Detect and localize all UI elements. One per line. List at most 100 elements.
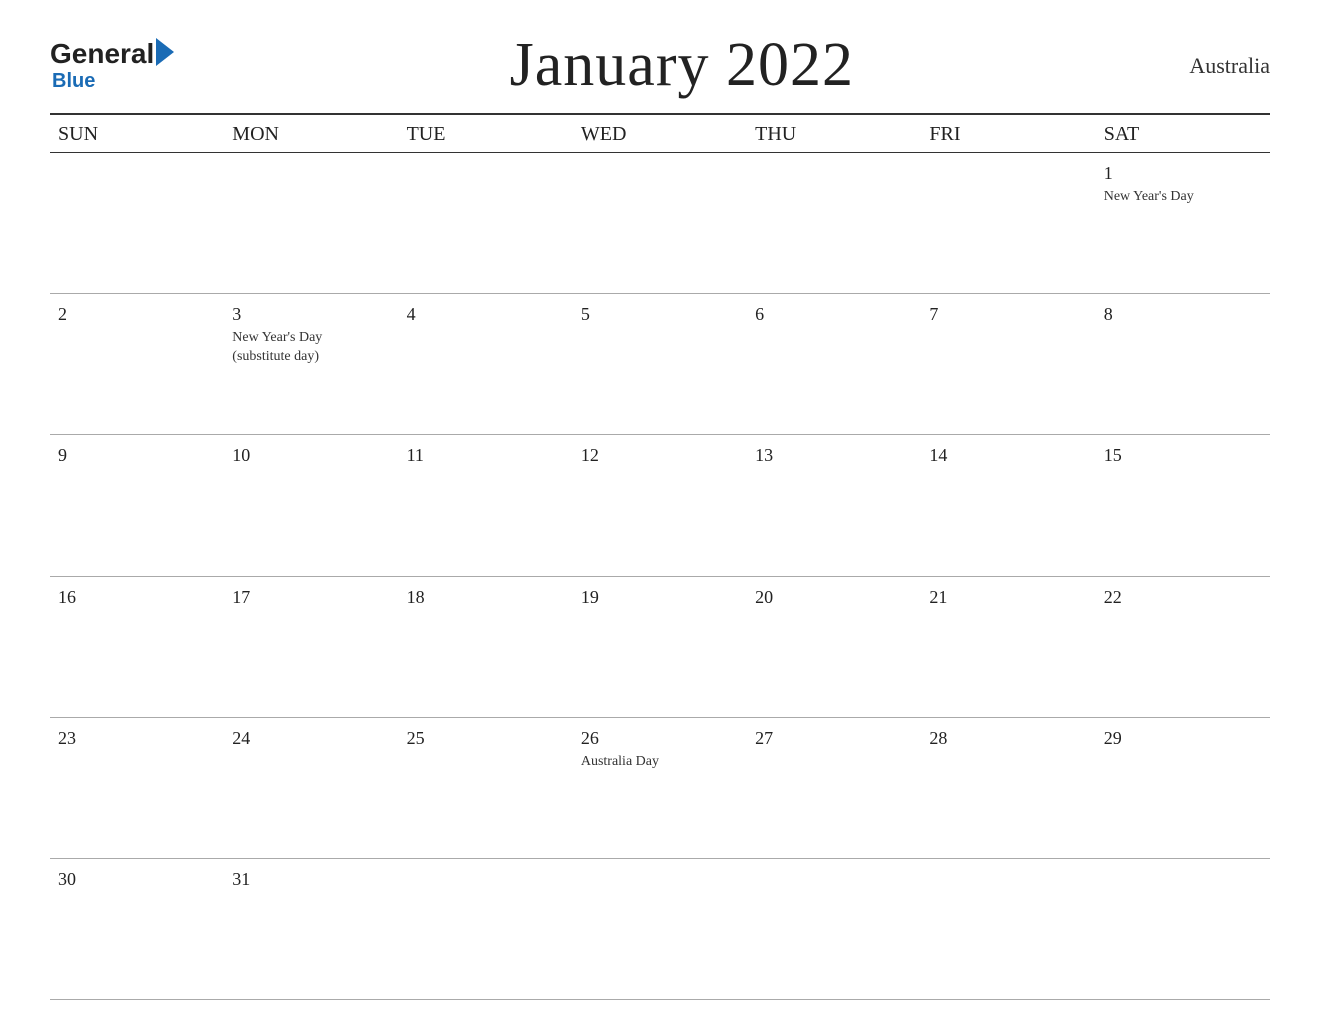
day-number: 7 (929, 302, 1087, 327)
day-cell-jan12: 12 (573, 435, 747, 575)
header-mon: MON (224, 123, 398, 146)
day-cell (399, 859, 573, 999)
day-number: 24 (232, 726, 390, 751)
day-number: 17 (232, 585, 390, 610)
day-number: 13 (755, 443, 913, 468)
logo: General Blue (50, 38, 174, 93)
week-row-6: 30 31 (50, 859, 1270, 1000)
day-number: 8 (1104, 302, 1262, 327)
day-number: 23 (58, 726, 216, 751)
header-sat: SAT (1096, 123, 1270, 146)
day-cell (573, 153, 747, 293)
day-cell-jan30: 30 (50, 859, 224, 999)
week-row-2: 2 3 New Year's Day(substitute day) 4 5 6… (50, 294, 1270, 435)
day-number: 6 (755, 302, 913, 327)
day-number: 9 (58, 443, 216, 468)
week-row-5: 23 24 25 26 Australia Day 27 28 (50, 718, 1270, 859)
day-cell (1096, 859, 1270, 999)
day-number: 5 (581, 302, 739, 327)
day-number: 21 (929, 585, 1087, 610)
day-cell-jan3: 3 New Year's Day(substitute day) (224, 294, 398, 434)
week-row-3: 9 10 11 12 13 14 15 (50, 435, 1270, 576)
day-cell (747, 153, 921, 293)
day-cell (921, 153, 1095, 293)
day-cell (573, 859, 747, 999)
day-cell-jan4: 4 (399, 294, 573, 434)
day-cell-jan2: 2 (50, 294, 224, 434)
day-cell-jan20: 20 (747, 577, 921, 717)
day-number: 26 (581, 726, 739, 751)
day-cell-jan14: 14 (921, 435, 1095, 575)
day-cell-jan29: 29 (1096, 718, 1270, 858)
day-cell-jan22: 22 (1096, 577, 1270, 717)
header-thu: THU (747, 123, 921, 146)
logo-blue-text: Blue (50, 70, 95, 93)
day-cell-jan1: 1 New Year's Day (1096, 153, 1270, 293)
day-cell-jan17: 17 (224, 577, 398, 717)
header-wed: WED (573, 123, 747, 146)
day-cell-jan8: 8 (1096, 294, 1270, 434)
day-number: 25 (407, 726, 565, 751)
header-sun: SUN (50, 123, 224, 146)
day-cell-jan23: 23 (50, 718, 224, 858)
day-number: 29 (1104, 726, 1262, 751)
day-number: 19 (581, 585, 739, 610)
day-cell-jan6: 6 (747, 294, 921, 434)
day-number: 4 (407, 302, 565, 327)
day-cell-jan7: 7 (921, 294, 1095, 434)
holiday-label: New Year's Day(substitute day) (232, 329, 390, 365)
day-cell-jan21: 21 (921, 577, 1095, 717)
day-cell-jan19: 19 (573, 577, 747, 717)
day-number: 16 (58, 585, 216, 610)
day-number: 30 (58, 867, 216, 892)
day-cell-jan9: 9 (50, 435, 224, 575)
day-cell (224, 153, 398, 293)
day-number: 20 (755, 585, 913, 610)
day-cell (921, 859, 1095, 999)
holiday-label: New Year's Day (1104, 188, 1262, 206)
logo-general-text: General (50, 40, 154, 68)
logo-arrow-icon (156, 38, 174, 66)
day-number: 22 (1104, 585, 1262, 610)
holiday-label: Australia Day (581, 753, 739, 771)
month-title: January 2022 (510, 30, 854, 101)
day-number: 27 (755, 726, 913, 751)
day-cell-jan25: 25 (399, 718, 573, 858)
day-cell-jan24: 24 (224, 718, 398, 858)
day-cell-jan13: 13 (747, 435, 921, 575)
day-number: 14 (929, 443, 1087, 468)
day-cell-jan18: 18 (399, 577, 573, 717)
day-number: 10 (232, 443, 390, 468)
day-number: 11 (407, 443, 565, 468)
day-number: 1 (1104, 161, 1262, 186)
day-cell (399, 153, 573, 293)
day-cell-jan28: 28 (921, 718, 1095, 858)
day-number: 31 (232, 867, 390, 892)
day-cell-jan5: 5 (573, 294, 747, 434)
day-number: 15 (1104, 443, 1262, 468)
day-cell-jan27: 27 (747, 718, 921, 858)
day-cell-jan31: 31 (224, 859, 398, 999)
day-cell-jan15: 15 (1096, 435, 1270, 575)
header-tue: TUE (399, 123, 573, 146)
day-number: 2 (58, 302, 216, 327)
day-number: 28 (929, 726, 1087, 751)
calendar-page: General Blue January 2022 Australia SUN … (0, 0, 1320, 1020)
day-number: 3 (232, 302, 390, 327)
day-cell-jan11: 11 (399, 435, 573, 575)
header: General Blue January 2022 Australia (50, 30, 1270, 115)
weeks-container: 1 New Year's Day 2 3 New Year's Day(subs… (50, 153, 1270, 1000)
country-label: Australia (1189, 53, 1270, 79)
day-cell (50, 153, 224, 293)
day-cell (747, 859, 921, 999)
day-headers-row: SUN MON TUE WED THU FRI SAT (50, 115, 1270, 153)
day-number: 18 (407, 585, 565, 610)
day-cell-jan16: 16 (50, 577, 224, 717)
day-number: 12 (581, 443, 739, 468)
week-row-1: 1 New Year's Day (50, 153, 1270, 294)
week-row-4: 16 17 18 19 20 21 22 (50, 577, 1270, 718)
day-cell-jan26: 26 Australia Day (573, 718, 747, 858)
calendar-grid: SUN MON TUE WED THU FRI SAT 1 New Year's… (50, 115, 1270, 1000)
header-fri: FRI (921, 123, 1095, 146)
day-cell-jan10: 10 (224, 435, 398, 575)
